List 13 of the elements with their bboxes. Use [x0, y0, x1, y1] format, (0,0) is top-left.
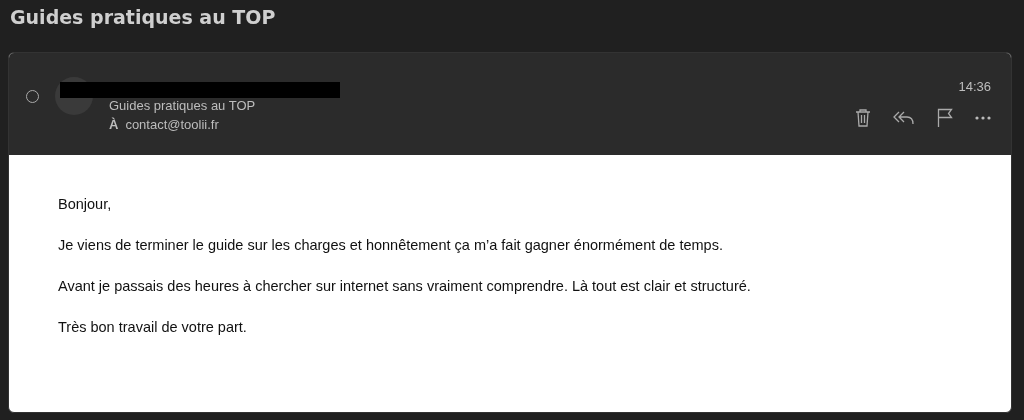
- body-paragraph: Je viens de terminer le guide sur les charges et honnêtement ça m’a fait gagner énormément de temps.: [58, 236, 723, 255]
- to-label: À: [109, 116, 119, 134]
- window-title: Guides pratiques au TOP: [9, 5, 276, 30]
- subject-text: Guides pratiques au TOP: [109, 97, 256, 115]
- message-time: 14:36: [958, 79, 991, 94]
- body-paragraph: Très bon travail de votre part.: [58, 318, 247, 337]
- reply-all-icon[interactable]: [893, 110, 915, 125]
- body-paragraph: Bonjour,: [58, 195, 112, 214]
- more-icon[interactable]: [975, 115, 991, 120]
- recipient-address: contact@toolii.fr: [125, 116, 219, 134]
- body-paragraph: Avant je passais des heures à chercher sur internet sans vraiment comprendre. Là tout est clair et structuré.: [58, 277, 751, 296]
- flag-icon[interactable]: [937, 108, 953, 127]
- trash-icon[interactable]: [855, 108, 871, 127]
